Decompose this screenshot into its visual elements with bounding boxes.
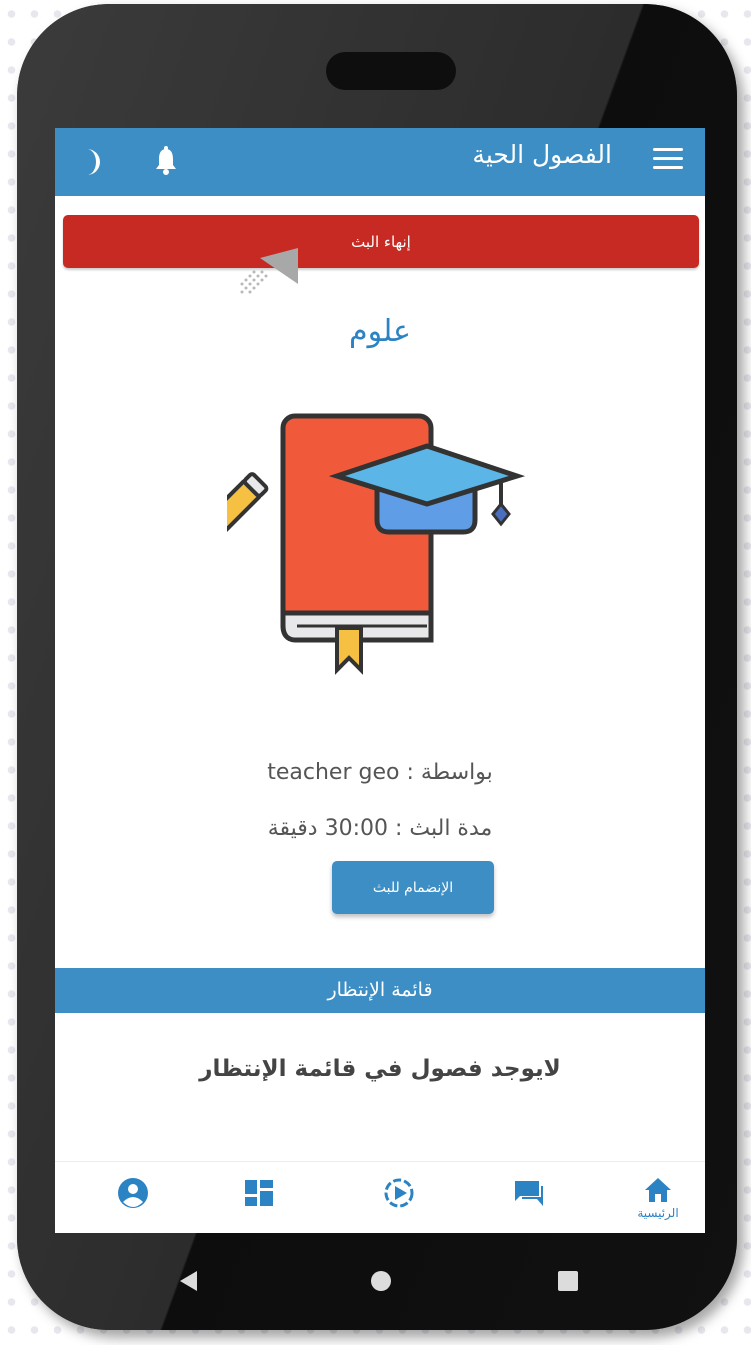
waiting-list-header: قائمة الإنتظار	[55, 968, 705, 1013]
waiting-list-empty-message: لايوجد فصول في قائمة الإنتظار	[199, 1056, 561, 1082]
subject-title: علوم	[349, 314, 411, 349]
back-icon[interactable]	[177, 1269, 201, 1293]
page-title: الفصول الحية	[472, 140, 612, 169]
phone-frame: الفصول الحية إنهاء البث علوم بواسطة: te…	[17, 4, 737, 1330]
app-screen: الفصول الحية إنهاء البث علوم بواسطة: te…	[55, 128, 705, 1233]
dashboard-icon	[245, 1180, 273, 1206]
duration-line: مدة البث : 30:00 دقيقة	[267, 816, 493, 841]
nav-dashboard[interactable]	[224, 1170, 294, 1230]
account-icon	[118, 1178, 148, 1208]
cursor-arrow-icon	[240, 248, 298, 294]
bell-icon[interactable]	[151, 144, 181, 178]
nav-account[interactable]	[98, 1170, 168, 1230]
top-app-bar: الفصول الحية	[55, 128, 705, 196]
join-stream-button[interactable]: الإنضمام للبث	[332, 861, 494, 914]
nav-messages[interactable]	[494, 1170, 564, 1230]
book-graduation-cap-icon	[227, 413, 526, 675]
nav-home-label: الرئيسية	[637, 1206, 679, 1220]
bottom-navigation: الرئيسية	[55, 1161, 705, 1233]
play-circle-icon	[384, 1178, 414, 1208]
nav-recordings[interactable]	[364, 1170, 434, 1230]
recent-apps-icon[interactable]	[557, 1270, 579, 1292]
nav-home[interactable]: الرئيسية	[623, 1170, 693, 1230]
system-navigation-bar	[17, 1233, 737, 1330]
home-circle-icon[interactable]	[369, 1269, 393, 1293]
home-icon	[645, 1178, 671, 1202]
chat-icon	[515, 1181, 543, 1206]
end-stream-button[interactable]: إنهاء البث	[63, 215, 699, 268]
moon-icon[interactable]	[75, 144, 111, 180]
phone-speaker	[326, 52, 456, 90]
hamburger-icon[interactable]	[653, 148, 683, 172]
teacher-line: بواسطة : teacher geo	[267, 760, 493, 785]
